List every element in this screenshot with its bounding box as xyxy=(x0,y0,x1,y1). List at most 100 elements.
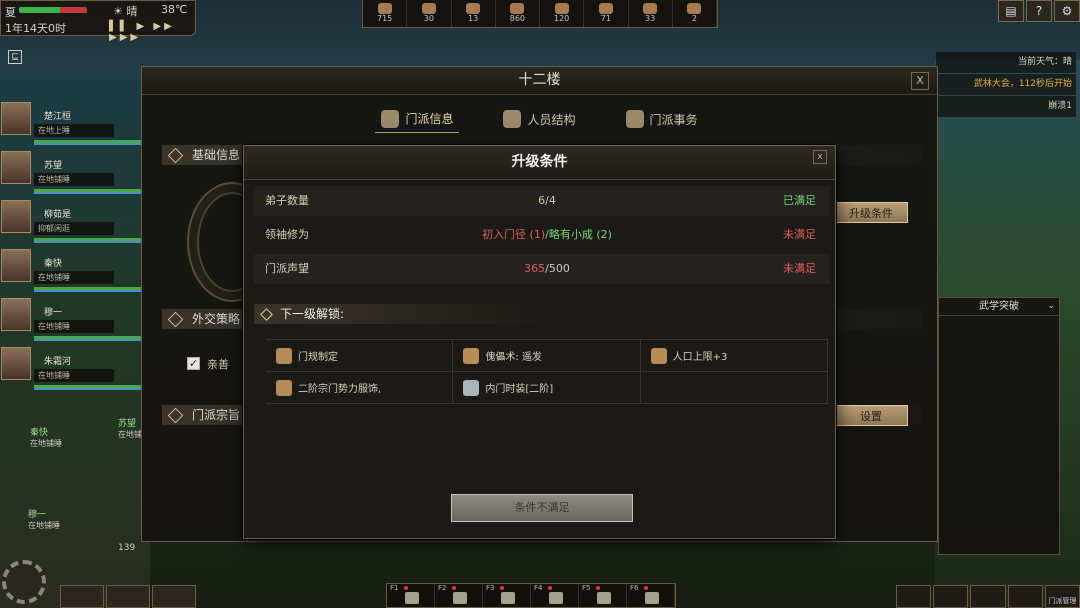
resource-2[interactable]: 13 xyxy=(452,0,496,27)
unlock-item[interactable]: 门规制定 xyxy=(266,340,454,372)
scroll-icon xyxy=(276,347,292,364)
side-panel-title: 武学突破 xyxy=(939,298,1059,316)
tab-staff-structure[interactable]: 人员结构 xyxy=(497,105,581,133)
member-status: 在地铺睡 xyxy=(34,320,114,333)
resource-7[interactable]: 2 xyxy=(673,0,717,27)
log-icon[interactable]: ▤ xyxy=(998,0,1024,22)
resource-5[interactable]: 71 xyxy=(584,0,629,27)
lock-icon[interactable] xyxy=(896,585,932,608)
member-status: 抑郁闲逛 xyxy=(34,222,114,235)
unlock-item[interactable]: 傀儡术: 遥发 xyxy=(453,340,641,372)
unlock-label: 内门时装[二阶] xyxy=(485,384,554,395)
tools-icon[interactable] xyxy=(106,585,150,608)
toolbar-slot-f2[interactable]: F2 xyxy=(435,584,483,607)
member-name: 穆一 xyxy=(44,308,63,318)
resource-4[interactable]: 120 xyxy=(540,0,585,27)
sect-management-button[interactable]: 门派管理 xyxy=(1044,585,1080,608)
unlock-item[interactable]: 内门时装[二阶] xyxy=(453,372,641,404)
member-name: 楚江桓 xyxy=(44,112,72,122)
upgrade-conditions-button[interactable]: 升级条件 xyxy=(834,202,908,223)
resource-6[interactable]: 33 xyxy=(629,0,673,27)
toolbar-icon xyxy=(453,592,467,604)
unlock-item[interactable]: 人口上限+3 xyxy=(640,340,828,372)
weather-label: ☀ 晴 xyxy=(113,3,137,19)
toolbar-slot-f5[interactable]: F5 xyxy=(579,584,627,607)
unlock-label: 人口上限+3 xyxy=(672,352,728,363)
notification-dot xyxy=(452,586,456,590)
condition-value: 365/500 xyxy=(442,254,652,284)
costume-icon xyxy=(463,379,480,396)
member-status: 在地铺睡 xyxy=(34,369,114,382)
roster-member[interactable]: 朱霜河 在地铺睡 xyxy=(0,342,144,390)
field-label-1: 秦快 在地铺睡 xyxy=(30,425,62,449)
resource-value: 71 xyxy=(600,14,611,23)
meat-icon xyxy=(554,3,569,14)
bird-icon[interactable] xyxy=(933,585,969,608)
bottom-left-toolbar xyxy=(60,585,196,608)
unlock-label: 傀儡术: 遥发 xyxy=(485,352,542,363)
energy-bar xyxy=(34,290,144,292)
close-icon[interactable]: x xyxy=(813,150,827,164)
tab-label: 门派事务 xyxy=(649,112,698,127)
condition-status: 未满足 xyxy=(783,228,816,241)
help-icon[interactable]: ? xyxy=(1026,0,1052,22)
roster-member[interactable]: 苏望 在地铺睡 xyxy=(0,146,144,194)
unlock-item[interactable]: 二阶宗门势力服饰, xyxy=(266,372,454,404)
resource-1[interactable]: 30 xyxy=(407,0,452,27)
filter-icon[interactable]: ⊑ xyxy=(8,50,22,64)
sun-icon: ☀ xyxy=(113,5,123,18)
member-name: 柳茹是 xyxy=(44,210,72,220)
notification-dot xyxy=(644,586,648,590)
toolbar-slot-f6[interactable]: F6 xyxy=(627,584,675,607)
grain-icon xyxy=(510,3,525,14)
next-level-unlock-header: 下一级解锁: xyxy=(254,304,554,324)
tab-label: 人员结构 xyxy=(527,112,576,127)
event-timer-line[interactable]: 武林大会，112秒后开始 xyxy=(936,74,1076,95)
temperature-label: 38℃ xyxy=(161,3,188,16)
hotkey-label: F2 xyxy=(438,584,447,592)
resource-value: 715 xyxy=(376,14,393,23)
roster-member[interactable]: 秦快 在地铺睡 xyxy=(0,244,144,292)
condition-value: 6/4 xyxy=(442,186,652,216)
tree-icon[interactable] xyxy=(1007,585,1043,608)
disciple-roster: 楚江桓 在地上睡 苏望 在地铺睡 柳茹是 抑郁闲逛 秦快 在地铺睡 穆一 在地铺睡 朱霜河 在地铺睡 xyxy=(0,97,144,391)
resource-value: 860 xyxy=(509,14,526,23)
roster-member[interactable]: 楚江桓在地上睡 xyxy=(0,97,144,145)
friendly-checkbox[interactable]: ✓ xyxy=(187,357,200,370)
condition-name: 弟子数量 xyxy=(265,194,309,207)
gear-icon[interactable] xyxy=(2,560,46,604)
tab-sect-affairs[interactable]: 门派事务 xyxy=(620,105,704,133)
settings-button[interactable]: 设置 xyxy=(834,405,908,426)
toolbar-slot-f4[interactable]: F4 xyxy=(531,584,579,607)
settings-icon[interactable]: ⚙ xyxy=(1054,0,1080,22)
field-status: 在地铺睡 xyxy=(30,439,62,448)
roster-member[interactable]: 穆一在地铺睡 xyxy=(0,293,144,341)
roster-member[interactable]: 柳茹是抑郁闲逛 xyxy=(0,195,144,243)
tab-bar: 门派信息 人员结构 门派事务 xyxy=(142,105,937,133)
member-name: 苏望 xyxy=(44,161,63,171)
toolbar-slot-f3[interactable]: F3 xyxy=(483,584,531,607)
toolbar-slot-f1[interactable]: F1 xyxy=(387,584,435,607)
person-icon[interactable] xyxy=(970,585,1006,608)
building-icon[interactable] xyxy=(152,585,196,608)
conditions-unmet-button[interactable]: 条件不满足 xyxy=(451,494,633,522)
energy-bar xyxy=(34,388,144,390)
hotkey-label: F4 xyxy=(534,584,543,592)
stone-icon xyxy=(421,3,436,14)
close-icon[interactable]: X xyxy=(911,72,929,90)
resource-3[interactable]: 860 xyxy=(496,0,540,27)
condition-value: 初入门径 (1)/略有小成 (2) xyxy=(442,220,652,250)
book-icon xyxy=(687,3,702,14)
camera-icon[interactable] xyxy=(60,585,104,608)
resource-0[interactable]: 715 xyxy=(363,0,408,27)
member-status: 在地上睡 xyxy=(34,124,114,137)
ore-icon xyxy=(598,3,613,14)
date-label: 1年14天0时 xyxy=(5,22,66,35)
condition-row: 领袖修为 初入门径 (1)/略有小成 (2) 未满足 xyxy=(254,220,830,250)
condition-value-part: 初入门径 (1) xyxy=(482,228,546,241)
chevron-down-icon[interactable]: ⌄ xyxy=(1047,301,1055,311)
condition-value-part: /略有小成 (2) xyxy=(545,228,612,241)
tab-sect-info[interactable]: 门派信息 xyxy=(375,105,460,133)
collapse-counter[interactable]: 崩溃1 xyxy=(936,96,1076,117)
game-speed-controls[interactable]: ▌▌ ▶ ▶▶ ▶▶▶ xyxy=(109,21,195,43)
